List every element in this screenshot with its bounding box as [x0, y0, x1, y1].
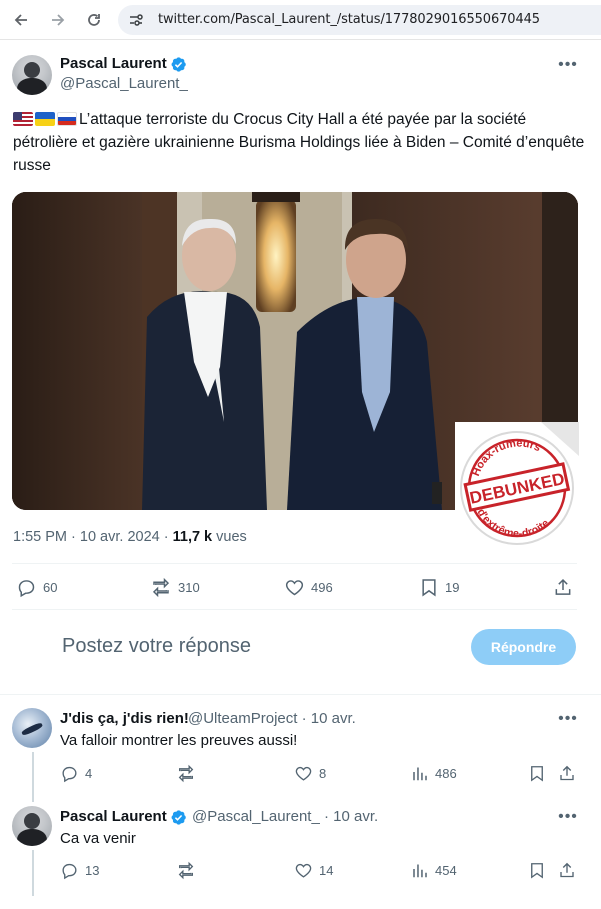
heart-icon: [295, 766, 312, 781]
divider: [12, 609, 577, 610]
like-count: 8: [319, 766, 327, 781]
reply-icon: [62, 863, 77, 880]
share-icon: [555, 578, 571, 595]
tweet-body: L’attaque terroriste du Crocus City Hall…: [13, 108, 588, 177]
views-icon: [413, 864, 427, 878]
back-arrow-icon[interactable]: [10, 9, 32, 31]
reply-icon: [18, 580, 35, 598]
author-handle[interactable]: @Pascal_Laurent_: [60, 75, 188, 92]
url-text[interactable]: twitter.com/Pascal_Laurent_/status/17780…: [158, 12, 540, 27]
reply-meta: @Pascal_Laurent_ · 10 avr.: [192, 808, 379, 825]
section-divider: [0, 694, 601, 695]
tweet-time[interactable]: 1:55 PM: [13, 529, 67, 545]
divider: [12, 563, 577, 564]
ukraine-flag-icon: [35, 112, 55, 126]
reply-author-name[interactable]: Pascal Laurent: [60, 808, 167, 825]
views-count: 454: [435, 863, 457, 878]
address-bar[interactable]: twitter.com/Pascal_Laurent_/status/17780…: [118, 5, 601, 35]
more-options-icon[interactable]: •••: [558, 709, 578, 729]
views-icon: [413, 767, 427, 781]
us-flag-icon: [13, 112, 33, 126]
reply-handle[interactable]: @UlteamProject: [188, 710, 297, 727]
heart-icon: [285, 580, 304, 596]
like-count: 496: [311, 580, 333, 595]
bookmark-action[interactable]: 19: [419, 577, 459, 598]
tweet-timestamp: 1:55 PM · 10 avr. 2024 · 11,7 k vues: [13, 529, 247, 545]
reply-icon: [62, 766, 77, 783]
tweet-text: L’attaque terroriste du Crocus City Hall…: [13, 111, 585, 174]
reply-date[interactable]: 10 avr.: [333, 808, 378, 825]
heart-icon: [295, 863, 312, 878]
share-icon: [560, 765, 574, 781]
reply-text: Va falloir montrer les preuves aussi!: [60, 732, 298, 749]
reply-count: 13: [85, 863, 100, 878]
bookmark-icon: [422, 579, 436, 597]
bookmark-count: 19: [445, 580, 460, 595]
debunked-sticker: Hoax-rumeurs DEBUNKED d'extrême-droite: [455, 422, 579, 548]
share-action[interactable]: [558, 861, 576, 880]
views-label: vues: [216, 529, 247, 545]
like-action[interactable]: 14: [294, 861, 333, 880]
site-settings-icon[interactable]: [128, 12, 144, 28]
tweet-date[interactable]: 10 avr. 2024: [80, 529, 160, 545]
reply-author-name[interactable]: J'dis ça, j'dis rien!: [60, 710, 189, 727]
more-options-icon[interactable]: •••: [558, 807, 578, 827]
bookmark-icon: [531, 863, 543, 879]
share-icon: [560, 862, 574, 878]
retweet-count: 310: [178, 580, 200, 595]
more-options-icon[interactable]: •••: [558, 55, 578, 75]
reply-meta: @UlteamProject · 10 avr.: [188, 710, 356, 727]
russia-flag-icon: [57, 112, 77, 126]
forward-arrow-icon[interactable]: [47, 9, 69, 31]
author-name[interactable]: Pascal Laurent: [60, 55, 167, 72]
retweet-action[interactable]: [176, 764, 196, 783]
browser-toolbar: twitter.com/Pascal_Laurent_/status/17780…: [0, 0, 601, 40]
reload-icon[interactable]: [83, 9, 105, 31]
share-action[interactable]: [553, 577, 573, 598]
author-avatar[interactable]: [12, 55, 52, 95]
reply-action[interactable]: 4: [60, 764, 92, 783]
reply-input[interactable]: Postez votre réponse: [62, 635, 251, 658]
like-action[interactable]: 8: [294, 764, 326, 783]
like-count: 14: [319, 863, 334, 878]
bookmark-icon: [531, 766, 543, 782]
views-action[interactable]: 454: [411, 861, 457, 880]
reply-handle[interactable]: @Pascal_Laurent_: [192, 808, 320, 825]
thread-connector: [32, 752, 34, 802]
retweet-action[interactable]: [176, 861, 196, 880]
reply-date[interactable]: 10 avr.: [311, 710, 356, 727]
views-action[interactable]: 486: [411, 764, 457, 783]
reply-avatar[interactable]: [12, 806, 52, 846]
reply-avatar[interactable]: [12, 708, 52, 748]
reply-action[interactable]: 60: [16, 577, 57, 598]
bookmark-action[interactable]: [528, 861, 546, 880]
views-count: 11,7 k: [172, 529, 213, 545]
retweet-action[interactable]: 310: [150, 577, 200, 598]
reply-count: 60: [43, 580, 58, 595]
bookmark-action[interactable]: [528, 764, 546, 783]
share-action[interactable]: [558, 764, 576, 783]
verified-badge-icon: [171, 57, 186, 72]
reply-count: 4: [85, 766, 93, 781]
views-count: 486: [435, 766, 457, 781]
retweet-icon: [152, 577, 170, 598]
like-action[interactable]: 496: [284, 577, 333, 598]
retweet-icon: [178, 861, 194, 880]
reply-action[interactable]: 13: [60, 861, 99, 880]
thread-connector: [32, 850, 34, 896]
reply-submit-button[interactable]: Répondre: [471, 629, 576, 665]
retweet-icon: [178, 764, 194, 783]
verified-badge-icon: [171, 810, 186, 825]
reply-text: Ca va venir: [60, 830, 136, 847]
